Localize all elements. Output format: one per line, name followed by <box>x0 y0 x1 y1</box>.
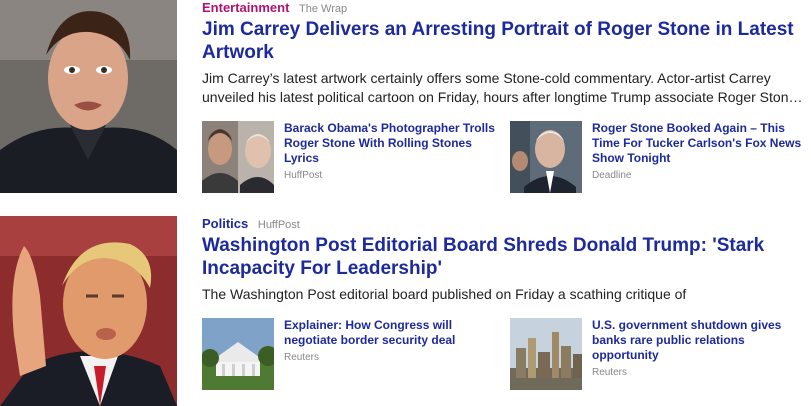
story-hero-image[interactable] <box>0 216 177 406</box>
story-headline[interactable]: Washington Post Editorial Board Shreds D… <box>202 234 802 280</box>
related-source: Reuters <box>284 352 320 363</box>
related-source: HuffPost <box>284 170 323 181</box>
related-story[interactable]: U.S. government shutdown gives banks rar… <box>510 318 810 390</box>
story-summary: Jim Carrey’s latest artwork certainly of… <box>202 69 806 107</box>
related-story[interactable]: Explainer: How Congress will negotiate b… <box>202 318 502 390</box>
story-content: Entertainment The Wrap Jim Carrey Delive… <box>202 0 811 107</box>
related-headline[interactable]: Barack Obama's Photographer Trolls Roger… <box>284 121 504 166</box>
story-source: The Wrap <box>299 3 348 15</box>
related-story[interactable]: Roger Stone Booked Again – This Time For… <box>510 121 810 193</box>
story-summary: The Washington Post editorial board publ… <box>202 286 687 302</box>
story-summary-text: Jim Carrey’s latest artwork certainly of… <box>202 70 803 105</box>
related-headline[interactable]: Roger Stone Booked Again – This Time For… <box>592 121 811 166</box>
related-headline[interactable]: Explainer: How Congress will negotiate b… <box>284 318 504 348</box>
story-category[interactable]: Entertainment <box>202 0 289 15</box>
related-thumbnail <box>510 318 582 390</box>
story-content: Politics HuffPost Washington Post Editor… <box>202 216 811 304</box>
related-thumbnail <box>202 318 274 390</box>
related-headline[interactable]: U.S. government shutdown gives banks rar… <box>592 318 811 363</box>
story-meta: Entertainment The Wrap <box>202 0 811 17</box>
story-meta: Politics HuffPost <box>202 216 811 233</box>
related-source: Reuters <box>592 367 628 378</box>
news-story: Entertainment The Wrap Jim Carrey Delive… <box>0 0 811 200</box>
story-source: HuffPost <box>257 219 300 231</box>
related-thumbnail <box>510 121 582 193</box>
related-source: Deadline <box>592 170 632 181</box>
story-hero-image[interactable] <box>0 0 177 193</box>
story-headline[interactable]: Jim Carrey Delivers an Arresting Portrai… <box>202 18 802 64</box>
story-category[interactable]: Politics <box>202 216 248 231</box>
news-story: Politics HuffPost Washington Post Editor… <box>0 216 811 406</box>
related-thumbnail <box>202 121 274 193</box>
related-story[interactable]: Barack Obama's Photographer Trolls Roger… <box>202 121 502 193</box>
